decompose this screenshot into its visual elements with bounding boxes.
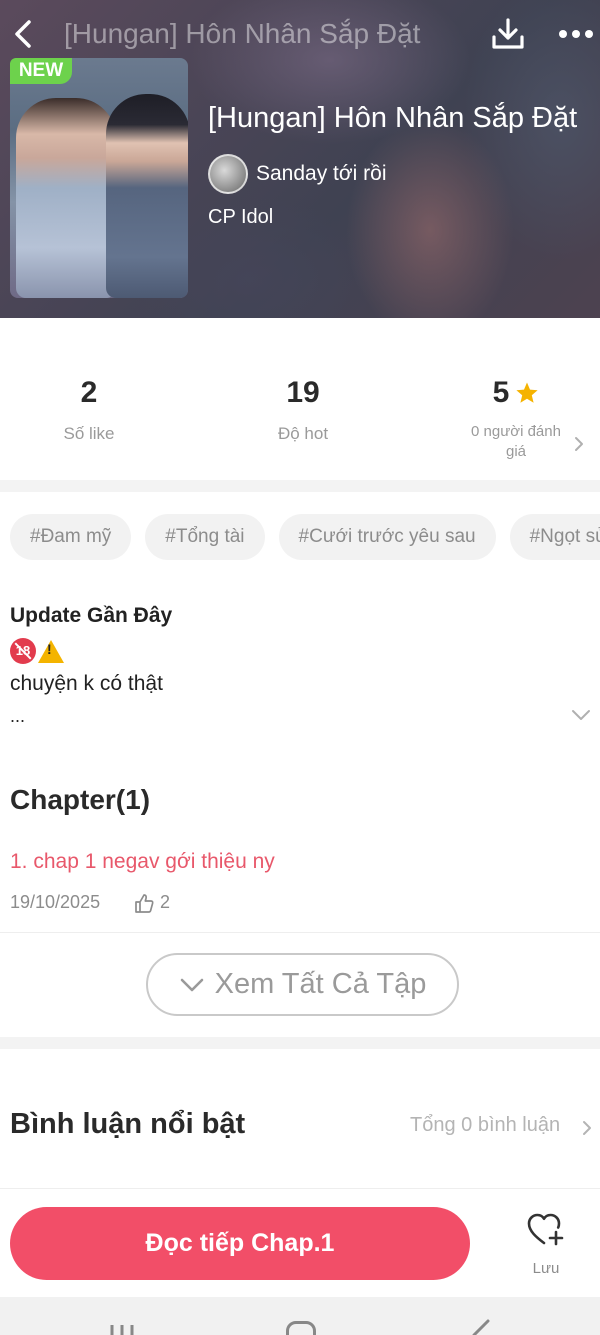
cover-image [10, 58, 188, 298]
stat-rating[interactable]: 5 0 người đánh giá [456, 376, 576, 462]
rating-label-line1: 0 người đánh [471, 423, 561, 440]
thumbs-up-icon [135, 894, 154, 913]
divider [0, 1188, 600, 1189]
heart-plus-icon [527, 1213, 564, 1246]
update-title: Update Gần Đây [10, 604, 173, 627]
expand-update-button[interactable] [570, 708, 592, 727]
stat-hot: 19 Độ hot [243, 376, 363, 444]
download-button[interactable] [488, 14, 528, 54]
age-18-icon: 18 [10, 638, 36, 664]
section-divider [0, 480, 600, 492]
hot-count: 19 [286, 376, 320, 409]
tag-chip[interactable]: #Ngọt sủng [509, 514, 600, 560]
chapter-like-count: 2 [160, 892, 171, 912]
more-options-button[interactable] [554, 18, 598, 50]
home-icon[interactable] [286, 1321, 316, 1335]
back-button[interactable] [6, 14, 40, 54]
stats-panel: 2 Số like 19 Độ hot 5 0 người đánh giá [0, 318, 600, 480]
chapter-date: 19/10/2025 [10, 892, 101, 912]
rating-label: 0 người đánh giá [456, 422, 576, 462]
rating-value-row: 5 [456, 376, 576, 410]
topbar-title: [Hungan] Hôn Nhân Sắp Đặt [64, 18, 421, 49]
cover-person-right [106, 94, 188, 298]
chevron-down-icon [180, 978, 203, 991]
system-navigation-bar [0, 1297, 600, 1335]
save-button[interactable]: Lưu [516, 1210, 576, 1280]
back-nav-icon[interactable] [468, 1319, 492, 1335]
update-text: chuyện k có thật [10, 672, 163, 695]
likes-label: Số like [63, 424, 115, 443]
tag-chip[interactable]: #Tổng tài [145, 514, 265, 560]
comments-title: Bình luận nổi bật [10, 1108, 246, 1140]
more-horizontal-icon [559, 30, 593, 38]
hot-label: Độ hot [277, 424, 329, 443]
new-badge: NEW [10, 58, 72, 84]
save-label: Lưu [532, 1260, 560, 1277]
story-title: [Hungan] Hôn Nhân Sắp Đặt [208, 102, 578, 134]
tag-list: #Đam mỹ #Tổng tài #Cưới trước yêu sau #Ngọt… [10, 514, 600, 560]
story-header: [Hungan] Hôn Nhân Sắp Đặt NEW [Hungan] H… [0, 0, 600, 318]
stat-likes: 2 Số like [30, 376, 148, 444]
likes-count: 2 [80, 376, 98, 409]
continue-reading-button[interactable]: Đọc tiếp Chap.1 [10, 1207, 470, 1280]
rating-value: 5 [492, 376, 510, 409]
divider [0, 932, 600, 933]
star-icon [516, 382, 538, 403]
update-ellipsis: ... [10, 706, 26, 726]
tag-chip[interactable]: #Đam mỹ [10, 514, 132, 560]
cover-person-left [16, 98, 116, 298]
chapter-item[interactable]: 1. chap 1 negav gới thiệu ny 19/10/2025 … [0, 846, 600, 932]
section-divider [0, 1037, 600, 1049]
tag-chip[interactable]: #Cưới trước yêu sau [278, 514, 496, 560]
chapter-name: 1. chap 1 negav gới thiệu ny [10, 850, 275, 873]
view-all-label: Xem Tất Cả Tập [214, 968, 427, 1000]
chevron-left-icon [15, 20, 31, 48]
chevron-right-icon [583, 1121, 591, 1135]
chevron-down-icon [572, 710, 590, 720]
author-link[interactable]: Sanday tới rồi [208, 154, 387, 194]
comments-total-link[interactable]: Tổng 0 bình luận [410, 1114, 560, 1137]
view-all-episodes-button[interactable]: Xem Tất Cả Tập [146, 953, 459, 1016]
update-warning-icons: 18 ! [10, 638, 64, 664]
download-icon [492, 18, 524, 49]
author-name: Sanday tới rồi [256, 162, 387, 185]
category-label: CP Idol [208, 206, 274, 228]
rating-label-line2: giá [505, 443, 527, 460]
chevron-right-icon [575, 437, 583, 451]
warning-mark: ! [47, 641, 52, 657]
avatar [208, 154, 248, 194]
recent-apps-icon[interactable] [108, 1323, 136, 1335]
chapter-heading: Chapter(1) [10, 784, 151, 815]
